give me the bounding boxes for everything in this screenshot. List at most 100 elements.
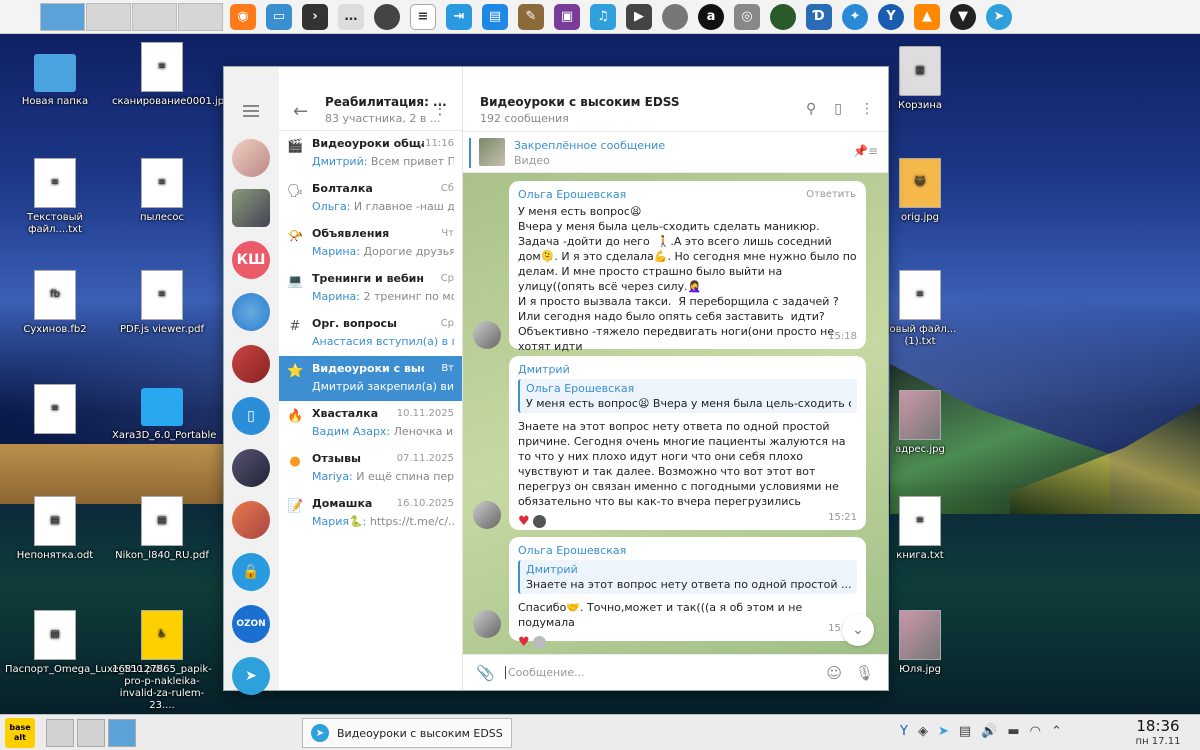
tray-expand-icon[interactable]: ⌃	[1051, 724, 1062, 739]
reactions[interactable]: ♥	[518, 634, 857, 650]
folder-avatar-8[interactable]	[232, 501, 270, 539]
gimp-icon[interactable]: ✎	[518, 3, 544, 30]
chat-item-trainings[interactable]: 💻 Тренинги и вебинары Ср Марина: 2 трени…	[279, 266, 462, 311]
emoji-icon[interactable]: ☺	[826, 664, 842, 682]
workspace-4[interactable]	[178, 2, 223, 31]
workspace-2[interactable]	[86, 2, 131, 31]
desktop-icon-vacuum[interactable]: ≡ пылесос	[112, 158, 212, 224]
more-options-icon[interactable]: ⋮	[432, 99, 448, 118]
desktop-icon-nikon[interactable]: ▤ Nikon_l840_RU.pdf	[112, 496, 212, 562]
app-icon-8[interactable]: ✦	[842, 3, 868, 30]
firefox-icon[interactable]: ◉	[230, 3, 256, 30]
menu-icon[interactable]	[243, 105, 259, 117]
app-icon-5[interactable]: a	[698, 3, 724, 30]
desktop-icon-pdfjs[interactable]: ≡ PDF.js viewer.pdf	[112, 270, 212, 336]
keyboard-layout-icon[interactable]: ▬	[1007, 724, 1019, 739]
volume-icon[interactable]: 🔊	[981, 724, 997, 739]
desktop-icon-sticker[interactable]: ♿ 1681127865_papik-pro-p-nakleika-invalid…	[112, 610, 212, 712]
app-icon-1[interactable]	[374, 3, 400, 30]
desktop-icon-new-folder[interactable]: Новая папка	[5, 46, 105, 108]
telegram-tray-icon[interactable]: ➤	[938, 724, 949, 739]
reactions[interactable]: ♥	[518, 513, 857, 529]
folder-avatar-1[interactable]	[232, 139, 270, 177]
desktop-icon-xara[interactable]: Xara3D_6.0_Portable	[112, 380, 216, 442]
yandex-tray-icon[interactable]: Y	[900, 724, 908, 739]
folder-avatar-5[interactable]	[232, 345, 270, 383]
chat-item-hvastalka[interactable]: 🔥 Хвасталка 10.11.2025 Вадим Азарх: Лено…	[279, 401, 462, 446]
workspace-1[interactable]	[40, 2, 85, 31]
webcam-icon[interactable]: ◎	[734, 3, 760, 30]
bookmark-icon[interactable]: ▯	[232, 397, 270, 435]
terminal-icon[interactable]: ›	[302, 3, 328, 30]
workspace-3[interactable]	[132, 2, 177, 31]
yandex-browser-icon[interactable]: Y	[878, 3, 904, 30]
start-menu-button[interactable]: base alt	[5, 718, 35, 748]
telegram-launcher-icon[interactable]: ➤	[986, 3, 1012, 30]
desktop-icon-textfile[interactable]: ≡ Текстовый файл....txt	[5, 158, 105, 236]
workspace-switcher[interactable]	[40, 2, 224, 31]
desktop-icon-scan[interactable]: ≡ сканирование0001.jpg	[112, 42, 230, 108]
avatar[interactable]	[473, 501, 501, 529]
desktop-icon-odt[interactable]: ▤ Непонятка.odt	[5, 496, 105, 562]
app-icon-6[interactable]	[770, 3, 796, 30]
attach-icon[interactable]: 📎	[476, 664, 495, 682]
sidebar-toggle-icon[interactable]: ▯	[834, 101, 842, 117]
date[interactable]: пн 17.11	[1124, 736, 1192, 747]
reply-button[interactable]: Ответить	[806, 187, 856, 202]
app-tray-icon[interactable]: ◈	[918, 724, 928, 739]
desktop-icon-textfile-2[interactable]: ≡	[5, 384, 105, 438]
clock[interactable]: 18:36	[1128, 717, 1188, 735]
text-editor-icon[interactable]: ▤	[482, 3, 508, 30]
folder-avatar-ozon[interactable]: OZON	[232, 605, 270, 643]
avatar[interactable]	[473, 610, 501, 638]
reply-quote[interactable]: Дмитрий Знаете на этот вопрос нету ответ…	[518, 560, 857, 594]
folder-avatar-2[interactable]	[232, 189, 270, 227]
avatar[interactable]	[473, 321, 501, 349]
more-options-icon[interactable]: ⋮	[860, 101, 874, 117]
chat-item-reviews[interactable]: ● Отзывы 07.11.2025 Mariya: И ещё спина …	[279, 446, 462, 491]
chat-item-video-lessons[interactable]: 🎬 Видеоуроки обща... 11:16 Дмитрий: Всем…	[279, 131, 462, 176]
chat-item-org-questions[interactable]: # Орг. вопросы Ср Анастасия вступил(а) в…	[279, 311, 462, 356]
back-arrow-icon[interactable]: ←	[293, 101, 308, 122]
app-icon-9[interactable]: ▼	[950, 3, 976, 30]
telegram-icon[interactable]: ➤	[232, 657, 270, 695]
app-icon-2[interactable]: ⇥	[446, 3, 472, 30]
desktop-icon-passport[interactable]: ▤ Паспорт_Omega_Luxe_550.pdf	[5, 610, 162, 676]
taskbar-window-telegram[interactable]: ➤ Видеоуроки с высоким EDSS	[302, 718, 512, 748]
message-input[interactable]: Сообщение...	[505, 666, 585, 679]
app-icon-4[interactable]	[662, 3, 688, 30]
more-icon[interactable]: …	[338, 3, 364, 30]
pinned-message[interactable]: Закреплённое сообщение Видео 📌≡	[463, 131, 888, 173]
show-desktop-icon[interactable]	[77, 719, 105, 747]
scroll-down-button[interactable]: ⌄	[842, 614, 874, 646]
vlc-icon[interactable]: ▲	[914, 3, 940, 30]
clipboard-icon[interactable]: ▤	[959, 724, 971, 739]
wifi-icon[interactable]: ◠	[1030, 724, 1041, 739]
message-bubble[interactable]: Ольга Ерошевская Ответить У меня есть во…	[509, 181, 866, 374]
chat-item-homework[interactable]: 📝 Домашка 16.10.2025 Мария🐍: https://t.m…	[279, 491, 462, 536]
message-bubble[interactable]: Дмитрий Ольга Ерошевская У меня есть воп…	[509, 356, 866, 530]
chat-item-boltalka[interactable]: 🗣 Болталка Сб Ольга: И главное -наш д...	[279, 176, 462, 221]
lock-icon[interactable]: 🔒	[232, 553, 270, 591]
reply-quote[interactable]: Ольга Ерошевская У меня есть вопрос😫 Вче…	[518, 379, 857, 413]
desktop-icon-fb2[interactable]: fb Сухинов.fb2	[5, 270, 105, 336]
message-bubble[interactable]: Ольга Ерошевская Дмитрий Знаете на этот …	[509, 537, 866, 650]
chat-item-announcements[interactable]: 📯 Объявления Чт Марина: Дорогие друзья..…	[279, 221, 462, 266]
headphones-icon[interactable]: ♫	[590, 3, 616, 30]
file-manager-icon[interactable]: ▭	[266, 3, 292, 30]
microphone-icon[interactable]: 🎙	[855, 664, 874, 682]
heart-icon[interactable]: ♥	[518, 514, 530, 529]
heart-icon[interactable]: ♥	[518, 635, 530, 650]
folder-avatar-7[interactable]	[232, 449, 270, 487]
pin-list-icon[interactable]: 📌≡	[853, 144, 878, 158]
app-icon-3[interactable]: ▣	[554, 3, 580, 30]
search-icon[interactable]: ⚲	[806, 101, 816, 117]
media-icon[interactable]: ▶	[626, 3, 652, 30]
workspace-indicator[interactable]	[108, 719, 136, 747]
file-manager-icon[interactable]	[46, 719, 74, 747]
folder-avatar-4[interactable]	[232, 293, 270, 331]
app-icon-7[interactable]: Ɗ	[806, 3, 832, 30]
document-icon[interactable]: ≡	[410, 3, 436, 30]
folder-avatar-ksh[interactable]: КШ	[232, 241, 270, 279]
chat-item-video-high-edss[interactable]: ⭐ Видеоуроки с высок... Вт Дмитрий закре…	[279, 356, 462, 401]
